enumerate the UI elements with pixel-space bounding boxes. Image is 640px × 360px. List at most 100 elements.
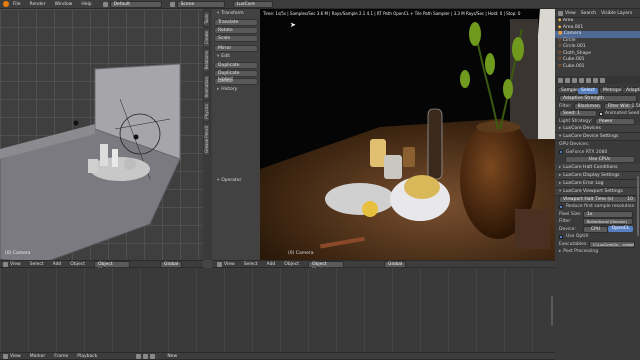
scene-icon[interactable] (169, 1, 175, 7)
render-icon[interactable] (558, 77, 563, 83)
luxcore-devices-header[interactable]: ▸ LuxCore Devices (555, 125, 640, 133)
tab-tools[interactable]: Tools (203, 11, 210, 27)
top-bar: File Render Window Help Default Scene Lu… (0, 0, 640, 9)
layout-icon[interactable] (102, 1, 108, 7)
mirror-button[interactable]: Mirror (214, 45, 258, 52)
gpu-checkbox[interactable] (559, 150, 563, 155)
timeline-tool-icon[interactable] (136, 353, 142, 359)
render-engine-selector[interactable]: LuxCore (232, 0, 273, 8)
timeline-tool-icon[interactable] (143, 353, 149, 359)
viewport-halt-field[interactable]: Viewport Halt Time (s) 10 (559, 195, 637, 203)
material-icon[interactable] (600, 77, 605, 83)
luxcore-device-settings-header[interactable]: ▾ LuxCore Device Settings (555, 133, 640, 141)
timeline-area[interactable] (0, 268, 555, 352)
object-icon[interactable] (586, 77, 591, 83)
render-editor-type-icon[interactable] (217, 261, 222, 267)
blender-logo-icon[interactable] (3, 1, 9, 7)
tab-sampler[interactable]: Sampler (557, 87, 580, 94)
luxcore-display-header[interactable]: ▸ LuxCore Display Settings (555, 171, 640, 180)
operator-panel-header[interactable]: ▾ Operator (214, 177, 241, 185)
outliner-type-icon[interactable] (558, 10, 563, 16)
luxcore-viewport-header[interactable]: ▾ LuxCore Viewport Settings (555, 187, 640, 196)
outliner-menu-view[interactable]: View (565, 11, 576, 16)
mode-selector[interactable]: Object Mode (93, 260, 130, 273)
tab-animation[interactable]: Animation (203, 73, 210, 100)
timeline-scrollbar[interactable] (551, 296, 553, 326)
history-panel-header[interactable]: ▸ History (214, 86, 258, 94)
modifier-icon[interactable] (593, 77, 598, 83)
pixel-size-selector[interactable]: 1x (583, 210, 633, 218)
tab-grease-pencil[interactable]: Grease Pencil (203, 122, 210, 156)
timeline-menu-playback[interactable]: Playback (77, 354, 97, 359)
scale-button[interactable]: Scale (214, 35, 258, 42)
rotate-button[interactable]: Rotate (214, 27, 258, 34)
orientation-selector[interactable]: Global (159, 260, 182, 268)
timeline-menu-marker[interactable]: Marker (30, 354, 46, 359)
scene-wireframe (0, 63, 181, 260)
adaptive-strength-row[interactable]: Adaptive Strength (555, 95, 640, 103)
device-opencl-button[interactable]: OpenCL (608, 226, 633, 233)
render-viewport[interactable]: Time: 1s/5s | Samples/Sec 3.6 M | Rays/S… (260, 9, 555, 260)
properties-scrollbar[interactable] (637, 176, 639, 236)
3d-viewport[interactable]: (0) Camera (0, 9, 203, 260)
filter-width-field[interactable]: Filter Wid: 1.50 (603, 102, 640, 110)
tab-physics[interactable]: Physics (203, 100, 210, 122)
light-strategy-selector[interactable]: Power (595, 117, 636, 125)
edit-panel-header[interactable]: ▾ Edit (214, 53, 258, 61)
filter-selector[interactable]: Blackman (573, 102, 602, 110)
tab-adaptive[interactable]: Adaptive (622, 87, 640, 94)
timeline-menu-view[interactable]: View (10, 354, 21, 359)
render-mode-selector[interactable]: Object Mode (307, 260, 344, 273)
render-menu-object[interactable]: Object (284, 262, 299, 267)
reduce-resolution-checkbox[interactable] (559, 204, 563, 209)
render-menu-select[interactable]: Select (244, 262, 258, 267)
use-cpus-button[interactable]: Use CPUs (564, 156, 635, 164)
use-optix-checkbox[interactable] (559, 234, 563, 239)
render-menu-add[interactable]: Add (267, 262, 276, 267)
timeline-type-icon[interactable] (3, 353, 8, 359)
menu-help[interactable]: Help (81, 2, 91, 7)
duplicate-button[interactable]: Duplicate (214, 62, 258, 69)
viewport-menu-object[interactable]: Object (70, 262, 85, 267)
transform-panel-header[interactable]: ▾ Transform (214, 10, 258, 18)
device-cpu-button[interactable]: CPU (583, 225, 608, 233)
scene-selector[interactable]: Scene (176, 0, 225, 8)
layout-selector[interactable]: Default (109, 0, 162, 8)
scene-props-icon[interactable] (572, 77, 577, 83)
render-menu-view[interactable]: View (224, 262, 235, 267)
filter-row: Filter: Blackman Filter Wid: 1.50 (555, 102, 640, 111)
translate-button[interactable]: Translate (214, 19, 258, 26)
adaptive-strength-field[interactable]: Adaptive Strength (559, 95, 637, 103)
render-orientation-selector[interactable]: Global (383, 260, 406, 268)
tab-relations[interactable]: Relations (203, 48, 210, 73)
world-icon[interactable] (579, 77, 584, 83)
timeline-new-button[interactable]: New (167, 354, 177, 359)
luxcore-error-log-header[interactable]: ▸ LuxCore Error Log (555, 179, 640, 188)
tab-create[interactable]: Create (203, 27, 210, 48)
post-processing-row[interactable]: ▸ Post Processing (555, 248, 640, 256)
menu-render[interactable]: Render (30, 2, 46, 7)
layers-icon[interactable] (565, 77, 570, 83)
duplicate-linked-button[interactable]: Duplicate Linked (214, 70, 258, 82)
outliner-visible-layers[interactable]: Visible Layers (601, 11, 632, 16)
viewport-menu-add[interactable]: Add (53, 262, 62, 267)
timeline-tool-icon[interactable] (150, 353, 156, 359)
viewport-menu-view[interactable]: View (10, 262, 21, 267)
tab-select[interactable]: Select (578, 87, 598, 94)
viewport-menu-select[interactable]: Select (30, 262, 44, 267)
seed-value: 1 (577, 111, 581, 117)
executables-path-field[interactable]: C:\LuxCore\Go... oneapi-install (589, 240, 635, 248)
luxcore-halt-header[interactable]: ▸ LuxCore Halt Conditions (555, 163, 640, 172)
timeline-menu-frame[interactable]: Frame (54, 354, 68, 359)
denoise-selector[interactable]: Bidirectional (Denoise) (583, 218, 633, 226)
outliner-item[interactable]: ▽ Cube.001 (555, 64, 640, 71)
delete-button[interactable]: Delete (214, 78, 258, 85)
animated-seed-checkbox[interactable] (599, 111, 603, 116)
tab-metropolis[interactable]: Metropolis (599, 87, 626, 94)
outliner-menu-search[interactable]: Search (581, 11, 596, 16)
seed-field[interactable]: Seed: 1 (559, 110, 597, 118)
menu-window[interactable]: Window (55, 2, 73, 7)
editor-type-icon[interactable] (3, 261, 8, 267)
menu-file[interactable]: File (13, 2, 21, 7)
viewport-halt-row: Viewport Halt Time (s) 10 (555, 195, 640, 204)
